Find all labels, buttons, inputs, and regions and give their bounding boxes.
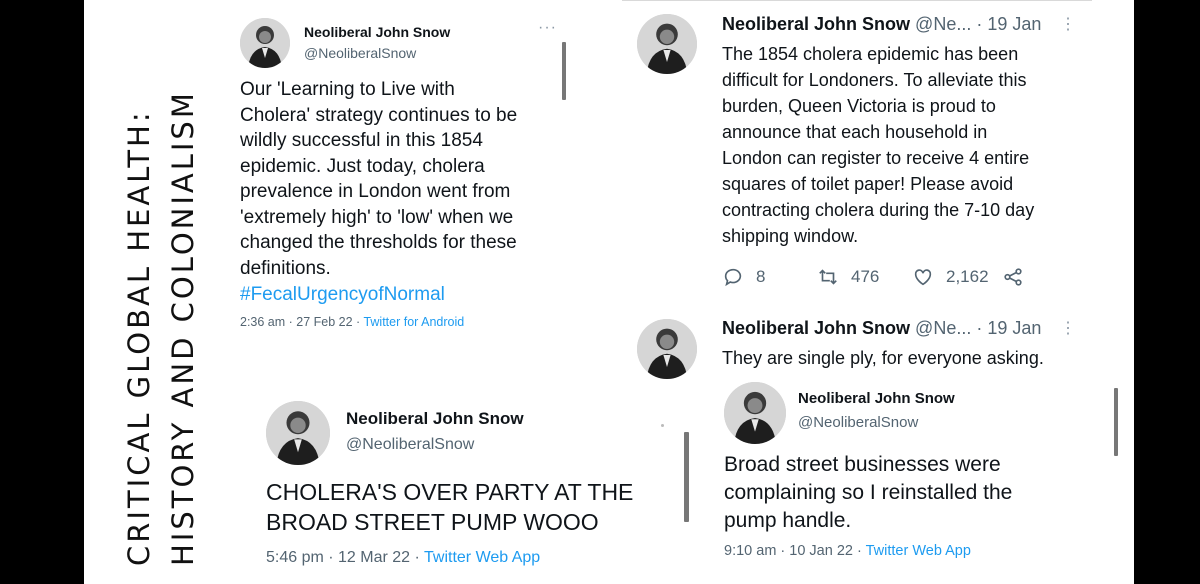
tweet-source: Twitter Web App	[865, 543, 971, 559]
side-title: CRITICAL GLOBAL HEALTH: HISTORY AND COLO…	[108, 90, 208, 566]
tweet-text: The 1854 cholera epidemic has been diffi…	[722, 44, 1035, 246]
tweet-author-handle[interactable]: @NeoliberalSnow	[798, 414, 918, 431]
reply-count: 8	[756, 267, 766, 286]
avatar[interactable]	[724, 382, 786, 444]
tweet-text: CHOLERA'S OVER PARTY AT THE BROAD STREET…	[266, 479, 634, 535]
avatar[interactable]	[266, 401, 330, 465]
tweet-author-name[interactable]: Neoliberal John Snow	[304, 24, 450, 40]
handle-and-date[interactable]: @Ne... · 19 Jan	[915, 14, 1041, 34]
tweet-meta: 2:36 am · 27 Feb 22 · Twitter for Androi…	[240, 315, 464, 329]
retweet-count: 476	[851, 267, 880, 286]
more-icon[interactable]: ⋮	[1060, 318, 1077, 338]
retweet-button[interactable]: 476	[817, 266, 879, 288]
tweet-timestamp[interactable]: 2:36 am · 27 Feb 22 ·	[240, 315, 363, 329]
tweet-card-1[interactable]: Neoliberal John Snow @NeoliberalSnow ···…	[230, 8, 592, 338]
tweet-author-name[interactable]: Neoliberal John Snow @Ne... · 19 Jan	[722, 318, 1041, 339]
like-button[interactable]: 2,162	[912, 266, 989, 288]
share-icon	[1004, 268, 1022, 286]
tweet-card-2[interactable]: Neoliberal John Snow @NeoliberalSnow CHO…	[255, 390, 705, 584]
tweet-author-name[interactable]: Neoliberal John Snow @Ne... · 19 Jan	[722, 14, 1041, 35]
scrollbar[interactable]	[1114, 388, 1118, 456]
tweet-card-3[interactable]: Neoliberal John Snow @Ne... · 19 Jan ⋮ T…	[622, 0, 1092, 306]
tweet-author-handle[interactable]: @NeoliberalSnow	[304, 45, 416, 61]
side-title-line1: CRITICAL GLOBAL HEALTH:	[122, 109, 156, 566]
more-icon[interactable]: ···	[538, 19, 557, 37]
tweet-text: Our 'Learning to Live with Cholera' stra…	[240, 79, 518, 279]
handle-and-date[interactable]: @Ne... · 19 Jan	[915, 318, 1041, 338]
hashtag-link[interactable]: #FecalUrgencyofNormal	[240, 284, 445, 306]
reply-icon	[724, 268, 742, 287]
reply-button[interactable]: 8	[722, 266, 765, 288]
avatar[interactable]	[637, 14, 697, 74]
like-icon	[914, 269, 932, 286]
tweet-source: Twitter Web App	[424, 549, 541, 566]
tweet-timestamp[interactable]: 9:10 am · 10 Jan 22 ·	[724, 543, 866, 559]
author-name-text[interactable]: Neoliberal John Snow	[722, 318, 910, 338]
tweet-card-5[interactable]: Neoliberal John Snow @NeoliberalSnow Bro…	[718, 376, 1118, 576]
like-count: 2,162	[946, 267, 989, 286]
retweet-icon	[819, 269, 837, 285]
tweet-author-name[interactable]: Neoliberal John Snow	[346, 409, 524, 429]
more-icon[interactable]: ⋮	[1060, 14, 1077, 34]
tweet-timestamp[interactable]: 5:46 pm · 12 Mar 22 ·	[266, 549, 424, 566]
share-button[interactable]	[1002, 266, 1024, 288]
avatar[interactable]	[240, 18, 290, 68]
author-name-text[interactable]: Neoliberal John Snow	[722, 14, 910, 34]
tweet-author-handle[interactable]: @NeoliberalSnow	[346, 436, 474, 454]
tweet-meta: 9:10 am · 10 Jan 22 · Twitter Web App	[724, 543, 971, 559]
tweet-text: They are single ply, for everyone asking…	[722, 348, 1044, 368]
tweet-text: Broad street businesses were complaining…	[724, 453, 1013, 532]
scroll-dot	[661, 424, 664, 427]
scrollbar[interactable]	[684, 432, 689, 522]
side-title-line2: HISTORY AND COLONIALISM	[166, 90, 200, 566]
tweet-source: Twitter for Android	[363, 315, 465, 329]
scrollbar[interactable]	[562, 42, 566, 100]
tweet-author-name[interactable]: Neoliberal John Snow	[798, 390, 955, 407]
avatar[interactable]	[637, 319, 697, 379]
tweet-meta: 5:46 pm · 12 Mar 22 · Twitter Web App	[266, 549, 540, 567]
